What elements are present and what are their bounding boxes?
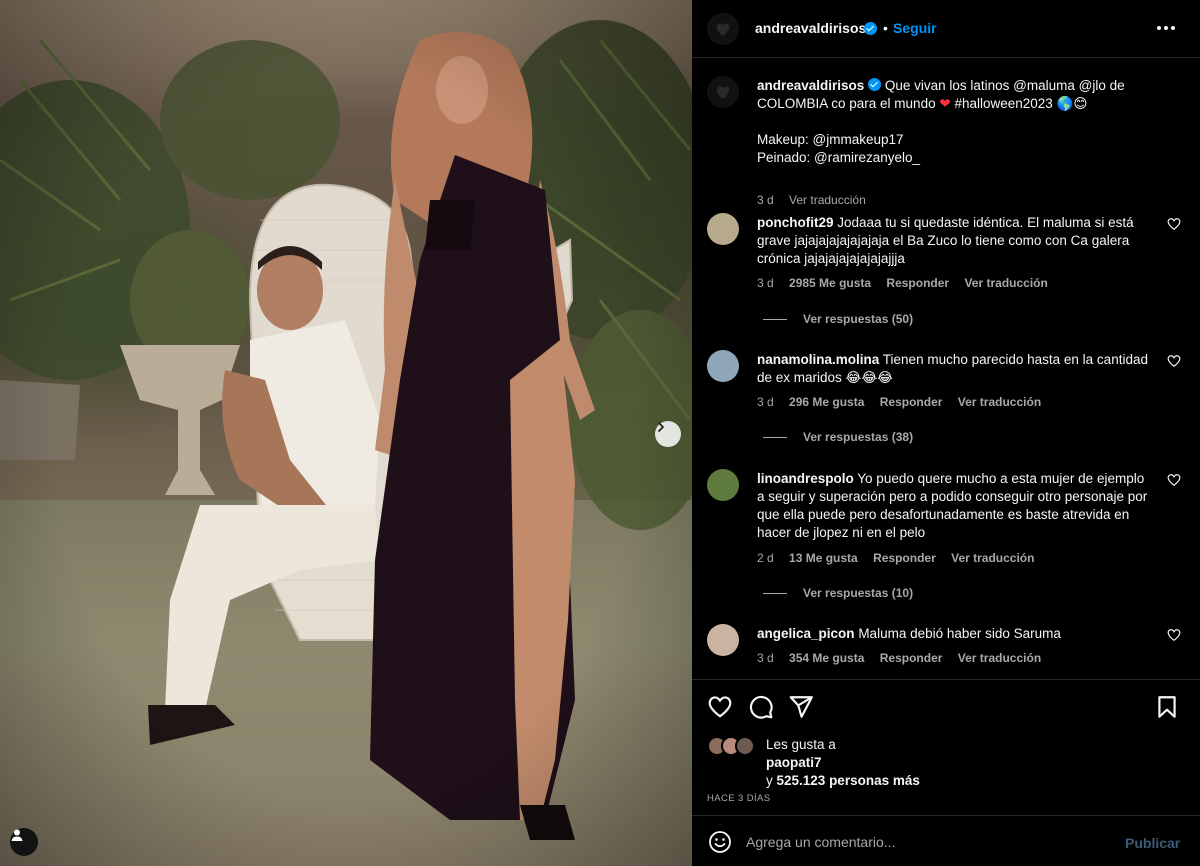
separator-dot: • [883, 20, 888, 36]
liker-username[interactable]: paopati7 [766, 755, 822, 770]
comment-translate-link[interactable]: Ver traducción [964, 276, 1047, 290]
commenter-avatar[interactable] [707, 350, 739, 382]
author-avatar-heart-icon [707, 13, 739, 45]
comments-list[interactable]: andreavaldirisos Que vivan los latinos @… [692, 58, 1200, 679]
comment-time: 3 d [757, 395, 774, 409]
comment-translate-link[interactable]: Ver traducción [958, 651, 1041, 665]
commenter-avatar[interactable] [707, 213, 739, 245]
comment-time: 3 d [757, 276, 774, 290]
heart-icon[interactable] [707, 694, 733, 720]
comment-likes[interactable]: 354 Me gusta [789, 651, 864, 665]
caption-username[interactable]: andreavaldirisos [757, 78, 864, 93]
comment-like-heart-icon[interactable] [1167, 354, 1181, 368]
author-username[interactable]: andreavaldirisos [755, 20, 866, 36]
caption-verified-badge-icon [868, 78, 882, 91]
comment-text: ponchofit29 Jodaaa tu si quedaste idénti… [757, 214, 1152, 268]
post-panel: andreavaldirisos • Seguir andreavaldiris… [692, 0, 1200, 866]
comment-icon[interactable] [748, 694, 774, 720]
next-arrow-icon [658, 422, 664, 432]
comment-translate-link[interactable]: Ver traducción [951, 551, 1034, 565]
author-avatar[interactable] [707, 13, 739, 45]
view-replies-button[interactable]: Ver respuestas (10) [763, 586, 913, 600]
tagged-user-icon [11, 829, 23, 841]
likes-and: y [766, 773, 773, 788]
comment-reply-button[interactable]: Responder [880, 651, 943, 665]
comment-text: linoandrespolo Yo puedo quere mucho a es… [757, 470, 1152, 542]
comment-reply-button[interactable]: Responder [873, 551, 936, 565]
verified-badge-icon [864, 22, 877, 35]
post-time-ago[interactable]: HACE 3 DÍAS [707, 793, 771, 804]
comment-like-heart-icon[interactable] [1167, 217, 1181, 231]
emoji-icon[interactable] [708, 830, 732, 854]
caption-avatar-heart-icon [707, 76, 739, 108]
comment-meta: 3 d 354 Me gusta Responder Ver traducció… [757, 651, 1053, 665]
caption-hair: Peinado: @ramirezanyelo_ [757, 150, 921, 165]
publish-button[interactable]: Publicar [1125, 835, 1180, 851]
more-options-icon[interactable] [1156, 18, 1176, 38]
caption-emojis: 🌎😊 [1056, 96, 1088, 111]
commenter-avatar[interactable] [707, 624, 739, 656]
likes-prefix: Les gusta a [766, 737, 836, 752]
commenter-avatar[interactable] [707, 469, 739, 501]
comment-likes[interactable]: 13 Me gusta [789, 551, 858, 565]
likes-text: Les gusta a paopati7 y 525.123 personas … [766, 736, 920, 790]
caption-time: 3 d [757, 193, 774, 207]
likers-avatars[interactable] [707, 736, 763, 758]
comment-meta: 2 d 13 Me gusta Responder Ver traducción [757, 551, 1046, 565]
comment-meta: 3 d 2985 Me gusta Responder Ver traducci… [757, 276, 1060, 290]
comment-text: angelica_picon Maluma debió haber sido S… [757, 625, 1152, 643]
comment-likes[interactable]: 2985 Me gusta [789, 276, 871, 290]
comment-translate-link[interactable]: Ver traducción [958, 395, 1041, 409]
caption-avatar[interactable] [707, 76, 739, 108]
photo-scene [0, 0, 692, 866]
commenter-username[interactable]: angelica_picon [757, 626, 855, 641]
liker-avatar [735, 736, 755, 756]
follow-button[interactable]: Seguir [893, 20, 937, 36]
comment-like-heart-icon[interactable] [1167, 473, 1181, 487]
view-replies-button[interactable]: Ver respuestas (38) [763, 430, 913, 444]
caption-heart-emoji: ❤ [939, 96, 951, 111]
comment-likes[interactable]: 296 Me gusta [789, 395, 864, 409]
comment-meta: 3 d 296 Me gusta Responder Ver traducció… [757, 395, 1053, 409]
comment-reply-button[interactable]: Responder [886, 276, 949, 290]
tagged-users-button[interactable] [10, 828, 38, 856]
caption-text: andreavaldirisos Que vivan los latinos @… [757, 77, 1167, 167]
post-actions: Les gusta a paopati7 y 525.123 personas … [692, 679, 1200, 809]
commenter-username[interactable]: ponchofit29 [757, 215, 834, 230]
post-image[interactable] [0, 0, 692, 866]
post-header: andreavaldirisos • Seguir [692, 0, 1200, 58]
caption-meta: 3 d Ver traducción [757, 193, 878, 207]
caption-hashtag[interactable]: #halloween2023 [954, 96, 1052, 111]
comment-composer: Publicar [692, 815, 1200, 866]
commenter-username[interactable]: linoandrespolo [757, 471, 854, 486]
share-icon[interactable] [788, 694, 814, 720]
caption-translate-link[interactable]: Ver traducción [789, 193, 866, 207]
comment-text: nanamolina.molina Tienen mucho parecido … [757, 351, 1152, 387]
bookmark-icon[interactable] [1154, 694, 1180, 720]
comment-reply-button[interactable]: Responder [880, 395, 943, 409]
comment-time: 2 d [757, 551, 774, 565]
view-replies-button[interactable]: Ver respuestas (50) [763, 312, 913, 326]
comment-input[interactable] [746, 829, 1106, 855]
comment-like-heart-icon[interactable] [1167, 628, 1181, 642]
next-image-button[interactable] [655, 421, 681, 447]
likes-others[interactable]: 525.123 personas más [777, 773, 920, 788]
caption-makeup: Makeup: @jmmakeup17 [757, 132, 904, 147]
comment-time: 3 d [757, 651, 774, 665]
commenter-username[interactable]: nanamolina.molina [757, 352, 879, 367]
comment-body: Maluma debió haber sido Saruma [858, 626, 1061, 641]
